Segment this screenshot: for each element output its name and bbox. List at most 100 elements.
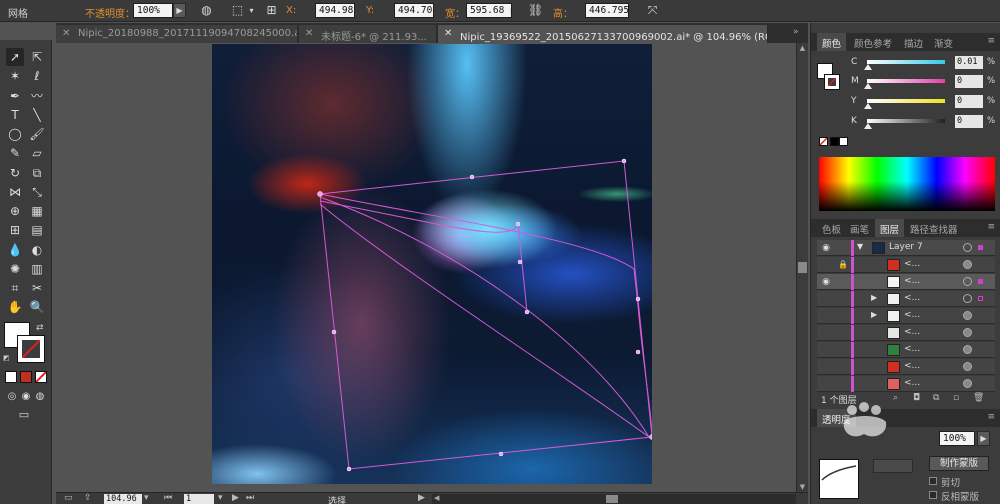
horizontal-scroll-thumb[interactable]: [606, 495, 618, 503]
new-layer-icon[interactable]: ▫: [953, 393, 959, 403]
visibility-eye-icon[interactable]: ◉: [820, 242, 832, 254]
slider-knob[interactable]: [864, 64, 872, 70]
cyan-value[interactable]: 0.01: [955, 56, 983, 69]
opacity-field[interactable]: 100%: [133, 3, 173, 18]
lock-icon[interactable]: [837, 310, 849, 322]
scroll-up-icon[interactable]: ▲: [797, 43, 808, 53]
mask-thumbnail[interactable]: [873, 459, 913, 473]
color-mode-icon[interactable]: [5, 371, 17, 383]
target-circle-icon[interactable]: [963, 294, 972, 303]
blend-tool-icon[interactable]: ◐: [28, 241, 46, 259]
share-icon[interactable]: ⇪: [84, 493, 92, 503]
yellow-slider[interactable]: [867, 99, 945, 103]
lock-icon[interactable]: 🔒: [837, 259, 849, 271]
slider-knob[interactable]: [864, 103, 872, 109]
zoom-field[interactable]: 104.96: [104, 494, 142, 504]
lock-icon[interactable]: [837, 378, 849, 390]
visibility-eye-icon[interactable]: [820, 327, 832, 339]
expand-triangle-icon[interactable]: ▼: [857, 242, 863, 251]
stroke-swatch[interactable]: [17, 335, 45, 363]
recolor-icon[interactable]: ◍: [199, 3, 214, 18]
symbol-sprayer-tool-icon[interactable]: ✺: [6, 260, 24, 278]
lock-icon[interactable]: [837, 361, 849, 373]
close-icon[interactable]: ✕: [305, 28, 313, 39]
curvature-tool-icon[interactable]: 〰: [28, 87, 46, 105]
visibility-eye-icon[interactable]: [820, 378, 832, 390]
status-menu-icon[interactable]: ▶: [418, 493, 425, 503]
layer-name[interactable]: <...: [904, 378, 920, 388]
transform-icon[interactable]: ⤧: [645, 3, 660, 18]
layer-row[interactable]: 🔒 <...: [817, 257, 995, 273]
tab-swatches[interactable]: 色板: [817, 219, 846, 237]
mesh-tool-icon[interactable]: ⊞: [6, 221, 24, 239]
visibility-eye-icon[interactable]: [820, 361, 832, 373]
none-color-icon[interactable]: [819, 137, 828, 146]
rotate-tool-icon[interactable]: ↻: [6, 164, 24, 182]
layer-row[interactable]: ▶ <...: [817, 291, 995, 307]
link-proportions-icon[interactable]: ⛓: [528, 3, 543, 18]
layer-name[interactable]: <...: [904, 293, 920, 303]
tab-gradient[interactable]: 渐变: [929, 33, 958, 51]
height-field[interactable]: 446.795 p: [585, 3, 629, 18]
layer-row-layer-7[interactable]: ◉ ▼ Layer 7: [817, 240, 995, 256]
layer-row[interactable]: <...: [817, 325, 995, 341]
zoom-tool-icon[interactable]: 🔍: [28, 298, 46, 316]
width-field[interactable]: 595.68 pt: [466, 3, 512, 18]
lasso-tool-icon[interactable]: ℓ: [28, 67, 46, 85]
black-value[interactable]: 0: [955, 115, 983, 128]
slider-knob[interactable]: [864, 83, 872, 89]
layer-name[interactable]: <...: [904, 344, 920, 354]
yellow-value[interactable]: 0: [955, 95, 983, 108]
opacity-label[interactable]: 不透明度：: [85, 5, 135, 20]
layer-name[interactable]: <...: [904, 259, 920, 269]
lock-icon[interactable]: [837, 344, 849, 356]
width-tool-icon[interactable]: ⋈: [6, 183, 24, 201]
artboard-number-field[interactable]: 1: [184, 494, 214, 504]
hand-tool-icon[interactable]: ✋: [6, 298, 24, 316]
layer-row[interactable]: <...: [817, 342, 995, 358]
tab-brushes[interactable]: 画笔: [845, 219, 874, 237]
align-icon[interactable]: ⬚: [230, 3, 245, 18]
artboard-nav-icon[interactable]: ▭: [64, 493, 73, 503]
ellipse-tool-icon[interactable]: ◯: [6, 125, 24, 143]
free-transform-tool-icon[interactable]: ⤡: [28, 183, 46, 201]
zoom-dropdown-icon[interactable]: ▾: [144, 493, 149, 503]
tab-document-1[interactable]: ✕ Nipic_20180988_20171119094708245000.ai…: [56, 25, 298, 43]
slice-tool-icon[interactable]: ✂: [28, 279, 46, 297]
tab-color[interactable]: 颜色: [817, 33, 847, 51]
close-icon[interactable]: ✕: [444, 28, 452, 39]
x-field[interactable]: 494.989 p: [315, 3, 355, 18]
delete-layer-icon[interactable]: 🗑: [973, 393, 984, 403]
target-circle-icon[interactable]: [963, 345, 972, 354]
selected-paths[interactable]: [212, 44, 652, 484]
layer-name[interactable]: <...: [904, 327, 920, 337]
visibility-eye-icon[interactable]: [820, 259, 832, 271]
target-circle-icon[interactable]: [963, 379, 972, 388]
eyedropper-tool-icon[interactable]: 💧: [6, 241, 24, 259]
last-artboard-icon[interactable]: ⏭: [246, 493, 254, 503]
layer-row[interactable]: <...: [817, 376, 995, 392]
lock-icon[interactable]: [837, 327, 849, 339]
type-tool-icon[interactable]: T: [6, 106, 24, 124]
column-graph-tool-icon[interactable]: ▥: [28, 260, 46, 278]
pen-tool-icon[interactable]: ✒: [6, 87, 24, 105]
black-slider[interactable]: [867, 119, 945, 123]
visibility-eye-icon[interactable]: [820, 344, 832, 356]
pencil-tool-icon[interactable]: ✎: [6, 144, 24, 162]
line-tool-icon[interactable]: ╲: [28, 106, 46, 124]
target-circle-icon[interactable]: [963, 311, 972, 320]
gradient-mode-icon[interactable]: [20, 371, 32, 383]
layer-name[interactable]: <...: [904, 310, 920, 320]
layer-row[interactable]: ◉ <...: [817, 274, 995, 290]
layer-name[interactable]: <...: [904, 361, 920, 371]
tab-document-2[interactable]: ✕ 未标题-6* @ 211.93...: [299, 25, 437, 43]
target-circle-icon[interactable]: [963, 277, 972, 286]
next-artboard-icon[interactable]: ▶: [232, 493, 239, 503]
visibility-eye-icon[interactable]: ◉: [820, 276, 832, 288]
slider-knob[interactable]: [864, 123, 872, 129]
panel-menu-icon[interactable]: ≡: [987, 36, 995, 46]
scroll-left-icon[interactable]: ◀: [434, 494, 439, 502]
white-color-swatch[interactable]: [839, 137, 848, 146]
none-mode-icon[interactable]: [35, 371, 47, 383]
panel-menu-icon[interactable]: ≡: [987, 222, 995, 232]
